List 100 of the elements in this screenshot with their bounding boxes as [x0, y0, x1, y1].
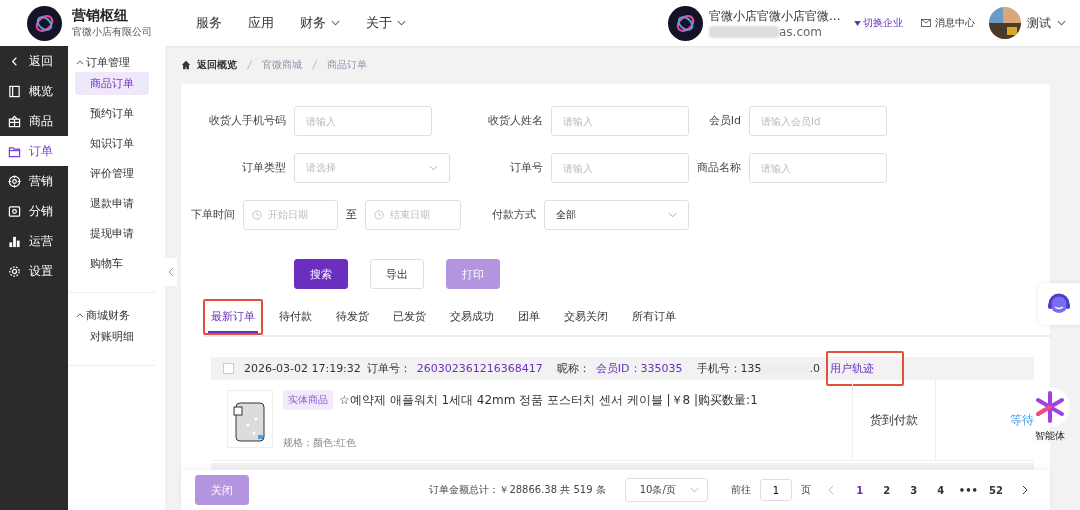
- sidebar-item[interactable]: 商品: [0, 106, 68, 136]
- nav-link[interactable]: 服务: [196, 14, 222, 32]
- folder-icon: [8, 144, 21, 158]
- submenu-group[interactable]: 商城财务: [68, 305, 155, 325]
- submenu-item[interactable]: 提现申请: [75, 222, 149, 245]
- sidebar-item[interactable]: 运营: [0, 226, 68, 256]
- tab[interactable]: 交易成功: [447, 304, 497, 333]
- field-label: 订单类型: [241, 160, 286, 176]
- page-size-select[interactable]: 10条/页: [624, 478, 708, 502]
- sidebar-item[interactable]: 概览: [0, 76, 68, 106]
- range-separator: 至: [346, 207, 358, 223]
- member-id-link[interactable]: 会员ID：335035: [595, 361, 683, 376]
- sidebar-item[interactable]: 营销: [0, 166, 68, 196]
- book-icon: [8, 84, 21, 98]
- submenu-item[interactable]: 评价管理: [75, 162, 149, 185]
- submenu-item[interactable]: 预约订单: [75, 102, 149, 125]
- nav-link[interactable]: 财务: [300, 14, 340, 32]
- phone-number: 手机号：135: [696, 361, 762, 376]
- input-field[interactable]: 请输入: [749, 153, 887, 183]
- page-input[interactable]: 1: [759, 479, 792, 501]
- chevron-down-icon[interactable]: [1057, 20, 1066, 26]
- target-icon: [8, 174, 21, 188]
- payment-method: 货到付款: [870, 411, 918, 429]
- nav-link[interactable]: 关于: [366, 14, 406, 32]
- product-spec: 规格：颜色:红色: [283, 436, 358, 450]
- submenu-item[interactable]: 商品订单: [75, 72, 149, 95]
- sidebar-item[interactable]: 设置: [0, 256, 68, 286]
- gift-icon: [8, 114, 21, 128]
- field-label: 商品名称: [696, 160, 741, 176]
- tab[interactable]: 最新订单: [208, 304, 258, 333]
- chevron-down-icon[interactable]: [331, 20, 340, 26]
- input-field[interactable]: 请输入: [551, 153, 689, 183]
- message-center-link[interactable]: 消息中心: [921, 16, 975, 30]
- page-number[interactable]: 2: [877, 484, 896, 496]
- input-field[interactable]: 请输入会员Id: [749, 106, 887, 136]
- tab[interactable]: 交易关闭: [561, 304, 611, 333]
- action-button[interactable]: 导出: [370, 259, 424, 289]
- assistant-label: 智能体: [1035, 429, 1065, 443]
- tab[interactable]: 所有订单: [629, 304, 679, 333]
- chevron-down-icon: [668, 212, 677, 218]
- clock-icon: [251, 210, 262, 220]
- phone-number-end: .0: [809, 362, 821, 375]
- mail-icon: [921, 19, 931, 27]
- user-track-link[interactable]: 用户轨迹: [830, 361, 875, 376]
- page-number[interactable]: 52: [987, 484, 1005, 496]
- submenu-group[interactable]: 订单管理: [68, 52, 155, 72]
- page-number[interactable]: 3: [904, 484, 923, 496]
- nav-link[interactable]: 应用: [248, 14, 274, 32]
- field-label: 收货人手机号码: [208, 113, 286, 129]
- page-number[interactable]: •••: [958, 484, 978, 496]
- shop-name: 官微小店官微小店官微...: [709, 7, 842, 25]
- checkbox[interactable]: [223, 363, 234, 374]
- field-label: 收货人姓名: [487, 113, 543, 129]
- tab[interactable]: 待发货: [333, 304, 372, 333]
- input-field[interactable]: 请输入: [294, 106, 432, 136]
- tab[interactable]: 已发货: [390, 304, 429, 333]
- chevron-left-icon: [168, 267, 174, 277]
- sidebar-item[interactable]: 返回: [0, 46, 68, 76]
- switch-company-link[interactable]: 切换企业: [854, 16, 903, 30]
- submenu-item[interactable]: 知识订单: [75, 132, 149, 155]
- home-icon: [181, 60, 191, 70]
- order-status: 等待: [1010, 411, 1034, 429]
- search-button[interactable]: 搜索: [294, 259, 348, 289]
- tab[interactable]: 待付款: [276, 304, 315, 333]
- page-number[interactable]: 1: [850, 484, 869, 496]
- bar-chart-icon: [8, 234, 21, 248]
- sidebar-item[interactable]: 分销: [0, 196, 68, 226]
- page-number[interactable]: 4: [931, 484, 950, 496]
- product-title: ☆예약제 애플워치 1세대 42mm 정품 포스터치 센서 케이블 |￥8 |购买数量:1: [339, 391, 758, 409]
- clock-icon: [374, 210, 385, 220]
- submenu-item[interactable]: 对账明细: [75, 325, 149, 348]
- user-menu[interactable]: 测试: [1027, 14, 1051, 32]
- shop-email: as.com: [779, 24, 823, 39]
- product-type-tag: 实体商品: [283, 390, 333, 410]
- next-page-icon[interactable]: [1022, 485, 1028, 495]
- sidebar-item[interactable]: 订单: [0, 136, 68, 166]
- order-number-label: 订单号：: [366, 361, 411, 376]
- collapse-handle[interactable]: [165, 258, 177, 286]
- blurred-region: [709, 25, 779, 38]
- order-number-link[interactable]: 260302361216368417: [416, 362, 543, 375]
- chevron-down-icon: [689, 487, 699, 493]
- company-name: 官微小店有限公司: [72, 25, 152, 39]
- nickname-label: 昵称：: [556, 361, 590, 376]
- goto-label: 前往: [730, 483, 751, 497]
- tab[interactable]: 团单: [515, 304, 543, 333]
- wallet-icon: [8, 204, 21, 218]
- input-field[interactable]: 请输入: [551, 106, 689, 136]
- chevron-down-icon: [429, 165, 438, 171]
- chevron-down-icon[interactable]: [397, 20, 406, 26]
- order-total: 订单金额总计：￥28866.38 共 519 条: [429, 483, 606, 497]
- submenu-item[interactable]: 退款申请: [75, 192, 149, 215]
- page-unit: 页: [800, 483, 811, 497]
- settings-icon: [8, 264, 21, 278]
- field-label: 订单号: [509, 160, 543, 176]
- support-button[interactable]: [1038, 283, 1080, 325]
- select-field[interactable]: 全部: [544, 200, 689, 230]
- breadcrumb-link[interactable]: 返回概览: [197, 58, 237, 72]
- submenu-item[interactable]: 购物车: [75, 252, 149, 275]
- shop-logo-icon: [668, 5, 703, 41]
- field-label: 付款方式: [491, 207, 537, 223]
